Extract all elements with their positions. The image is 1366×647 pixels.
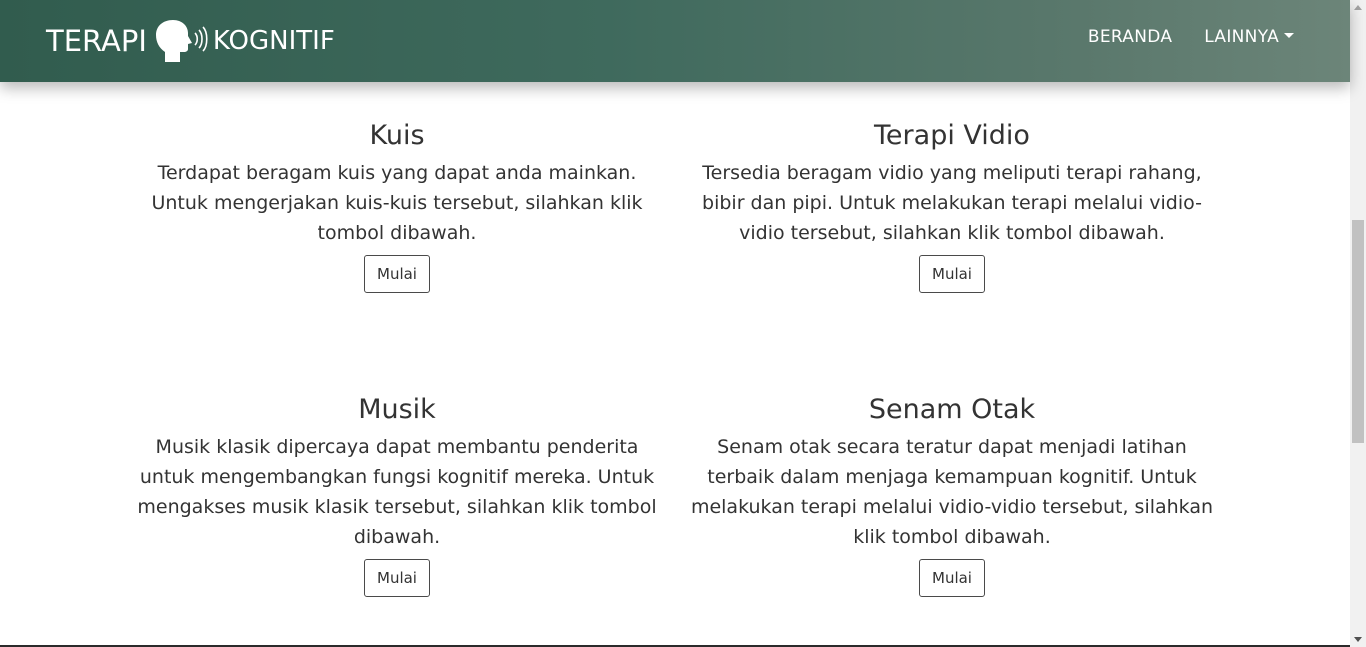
card-title: Terapi Vidio (874, 120, 1030, 151)
card-musik: Musik Musik klasik dipercaya dapat memba… (127, 392, 667, 597)
scroll-down-arrow-icon[interactable] (1354, 637, 1362, 642)
mulai-senam-otak-button[interactable]: Mulai (919, 559, 985, 597)
top-navbar: TERAPI KOGNITIF BERANDA LAINNYA (0, 0, 1350, 82)
card-terapi-vidio: Terapi Vidio Tersedia beragam vidio yang… (682, 118, 1222, 293)
mulai-terapi-vidio-button[interactable]: Mulai (919, 255, 985, 293)
vertical-scrollbar[interactable] (1350, 0, 1366, 647)
caret-down-icon (1284, 33, 1294, 38)
card-description: Tersedia beragam vidio yang meliputi ter… (702, 162, 1202, 244)
brand-word-kognitif: KOGNITIF (212, 26, 335, 56)
card-description: Musik klasik dipercaya dapat membantu pe… (137, 436, 657, 548)
card-title: Senam Otak (868, 394, 1036, 425)
brand-logo-link[interactable]: TERAPI KOGNITIF (46, 18, 335, 64)
card-title: Musik (358, 394, 436, 425)
card-description: Senam otak secara teratur dapat menjadi … (690, 436, 1214, 548)
card-kuis: Kuis Terdapat beragam kuis yang dapat an… (127, 118, 667, 293)
card-description: Terdapat beragam kuis yang dapat anda ma… (151, 162, 643, 244)
nav-link-beranda[interactable]: BERANDA (1088, 27, 1172, 47)
scroll-up-arrow-icon[interactable] (1354, 5, 1362, 10)
nav-menu: BERANDA LAINNYA (1088, 27, 1294, 47)
nav-dropdown-label: LAINNYA (1204, 27, 1279, 47)
head-speaking-icon (151, 18, 211, 64)
nav-dropdown-lainnya[interactable]: LAINNYA (1204, 27, 1294, 47)
card-senam-otak: Senam Otak Senam otak secara teratur dap… (682, 392, 1222, 597)
main-content: Kuis Terdapat beragam kuis yang dapat an… (0, 82, 1350, 647)
brand-word-terapi: TERAPI (46, 24, 147, 58)
scrollbar-thumb[interactable] (1352, 220, 1364, 443)
mulai-kuis-button[interactable]: Mulai (364, 255, 430, 293)
card-title: Kuis (369, 120, 425, 151)
mulai-musik-button[interactable]: Mulai (364, 559, 430, 597)
